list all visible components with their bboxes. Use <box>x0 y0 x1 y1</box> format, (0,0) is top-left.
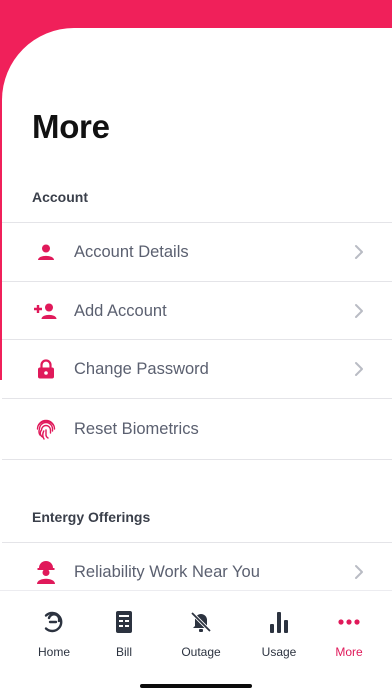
worker-icon <box>34 560 58 584</box>
tab-label: Bill <box>115 645 132 659</box>
divider <box>2 398 392 399</box>
tab-label: Usage <box>261 645 297 659</box>
menu-item-reset-biometrics[interactable]: Reset Biometrics <box>2 400 392 458</box>
menu-item-account-details[interactable]: Account Details <box>2 223 392 281</box>
home-icon <box>41 609 67 635</box>
tab-outage[interactable]: Outage <box>166 609 236 659</box>
usage-icon <box>266 609 292 635</box>
more-icon <box>336 609 362 635</box>
lock-icon <box>34 357 58 381</box>
chevron-right-icon <box>355 245 363 259</box>
tab-more[interactable]: More <box>314 609 384 659</box>
section-label-entergy-offerings: Entergy Offerings <box>32 509 151 525</box>
menu-item-label: Add Account <box>74 301 167 320</box>
page-title: More <box>32 108 110 145</box>
menu-item-add-account[interactable]: Add Account <box>2 282 392 340</box>
menu-item-label: Change Password <box>74 359 209 378</box>
menu-item-label: Reliability Work Near You <box>74 562 260 581</box>
menu-item-change-password[interactable]: Change Password <box>2 340 392 398</box>
bill-icon <box>111 609 137 635</box>
tab-label: Home <box>37 645 70 659</box>
menu-item-label: Account Details <box>74 242 189 261</box>
tab-bill[interactable]: Bill <box>89 609 159 659</box>
tab-home[interactable]: Home <box>19 609 89 659</box>
chevron-right-icon <box>355 565 363 579</box>
chevron-right-icon <box>355 362 363 376</box>
bottom-tab-bar: Home Bill Outage Usage More <box>0 590 392 696</box>
home-indicator <box>140 684 252 688</box>
menu-item-label: Reset Biometrics <box>74 419 199 438</box>
tab-label: Outage <box>181 645 221 659</box>
section-label-account: Account <box>32 189 88 205</box>
outage-icon <box>188 609 214 635</box>
user-icon <box>34 240 58 264</box>
tab-label: More <box>335 645 363 659</box>
tab-usage[interactable]: Usage <box>244 609 314 659</box>
add-user-icon <box>34 299 58 323</box>
fingerprint-icon <box>34 417 58 441</box>
divider <box>2 459 392 460</box>
chevron-right-icon <box>355 304 363 318</box>
